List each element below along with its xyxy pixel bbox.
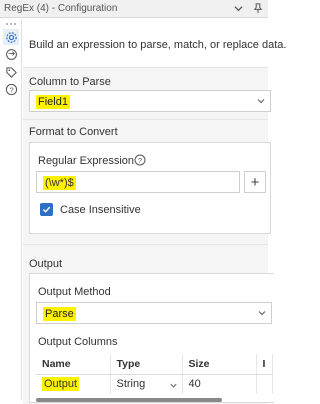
sidebar: ?: [0, 19, 22, 400]
output-columns-table: Name Type Size I Output String 40: [36, 354, 273, 394]
table-header-row: Name Type Size I: [36, 354, 273, 375]
size-cell[interactable]: 40: [182, 374, 257, 394]
section-title: Output: [29, 258, 63, 270]
section-title: Column to Parse: [29, 76, 111, 88]
window-title: RegEx (4) - Configuration: [4, 3, 118, 14]
output-method-value: Parse: [43, 307, 76, 321]
output-method-select[interactable]: Parse: [36, 302, 272, 324]
column-select[interactable]: Field1: [29, 90, 271, 112]
output-section: Output Output Method Parse Output Column…: [23, 244, 274, 404]
name-cell[interactable]: Output: [36, 374, 111, 394]
output-method-label: Output Method: [38, 286, 111, 298]
config-panel: Build an expression to parse, match, or …: [23, 19, 286, 404]
chevron-down-icon: [258, 311, 266, 316]
grip-icon: [6, 23, 16, 25]
case-insensitive-checkbox[interactable]: [40, 203, 53, 216]
regex-input[interactable]: (\w*)$: [36, 171, 240, 193]
help-icon[interactable]: ?: [3, 81, 19, 97]
column-header[interactable]: Size: [182, 354, 257, 375]
add-token-button[interactable]: +: [244, 171, 266, 193]
table-row: Output String 40: [36, 374, 273, 394]
name-cell-value: Output: [42, 377, 80, 392]
section-title: Format to Convert: [29, 126, 118, 138]
checkmark-icon: [42, 206, 51, 213]
pin-icon[interactable]: [252, 2, 264, 14]
column-header[interactable]: Name: [36, 354, 111, 375]
regex-label: Regular Expression: [38, 155, 134, 167]
type-cell[interactable]: String: [110, 374, 183, 394]
horizontal-scrollbar[interactable]: [36, 398, 222, 402]
column-select-value: Field1: [36, 95, 70, 109]
case-insensitive-label: Case Insensitive: [60, 204, 141, 216]
arrows-icon[interactable]: [3, 46, 19, 62]
intro-text: Build an expression to parse, match, or …: [29, 39, 287, 51]
chevron-down-icon[interactable]: [232, 2, 244, 14]
chevron-down-icon: [257, 99, 265, 104]
regex-card: Regular Expression ? (\w*)$ + Case Insen…: [29, 142, 271, 234]
svg-text:?: ?: [138, 156, 142, 165]
output-card: Output Method Parse Output Columns Name …: [29, 273, 274, 403]
tag-icon[interactable]: [3, 64, 19, 80]
chevron-down-icon: [169, 383, 177, 388]
extra-cell: [256, 374, 273, 394]
output-columns-label: Output Columns: [38, 336, 118, 348]
help-icon[interactable]: ?: [134, 154, 146, 166]
window-titlebar: RegEx (4) - Configuration: [0, 0, 268, 18]
type-cell-value: String: [116, 378, 146, 391]
column-header[interactable]: I: [256, 354, 273, 375]
format-to-convert-section: Format to Convert Regular Expression ? (…: [23, 119, 271, 244]
gear-icon[interactable]: [3, 29, 19, 45]
column-header[interactable]: Type: [110, 354, 183, 375]
svg-text:?: ?: [9, 85, 13, 94]
regex-value: (\w*)$: [43, 176, 76, 190]
